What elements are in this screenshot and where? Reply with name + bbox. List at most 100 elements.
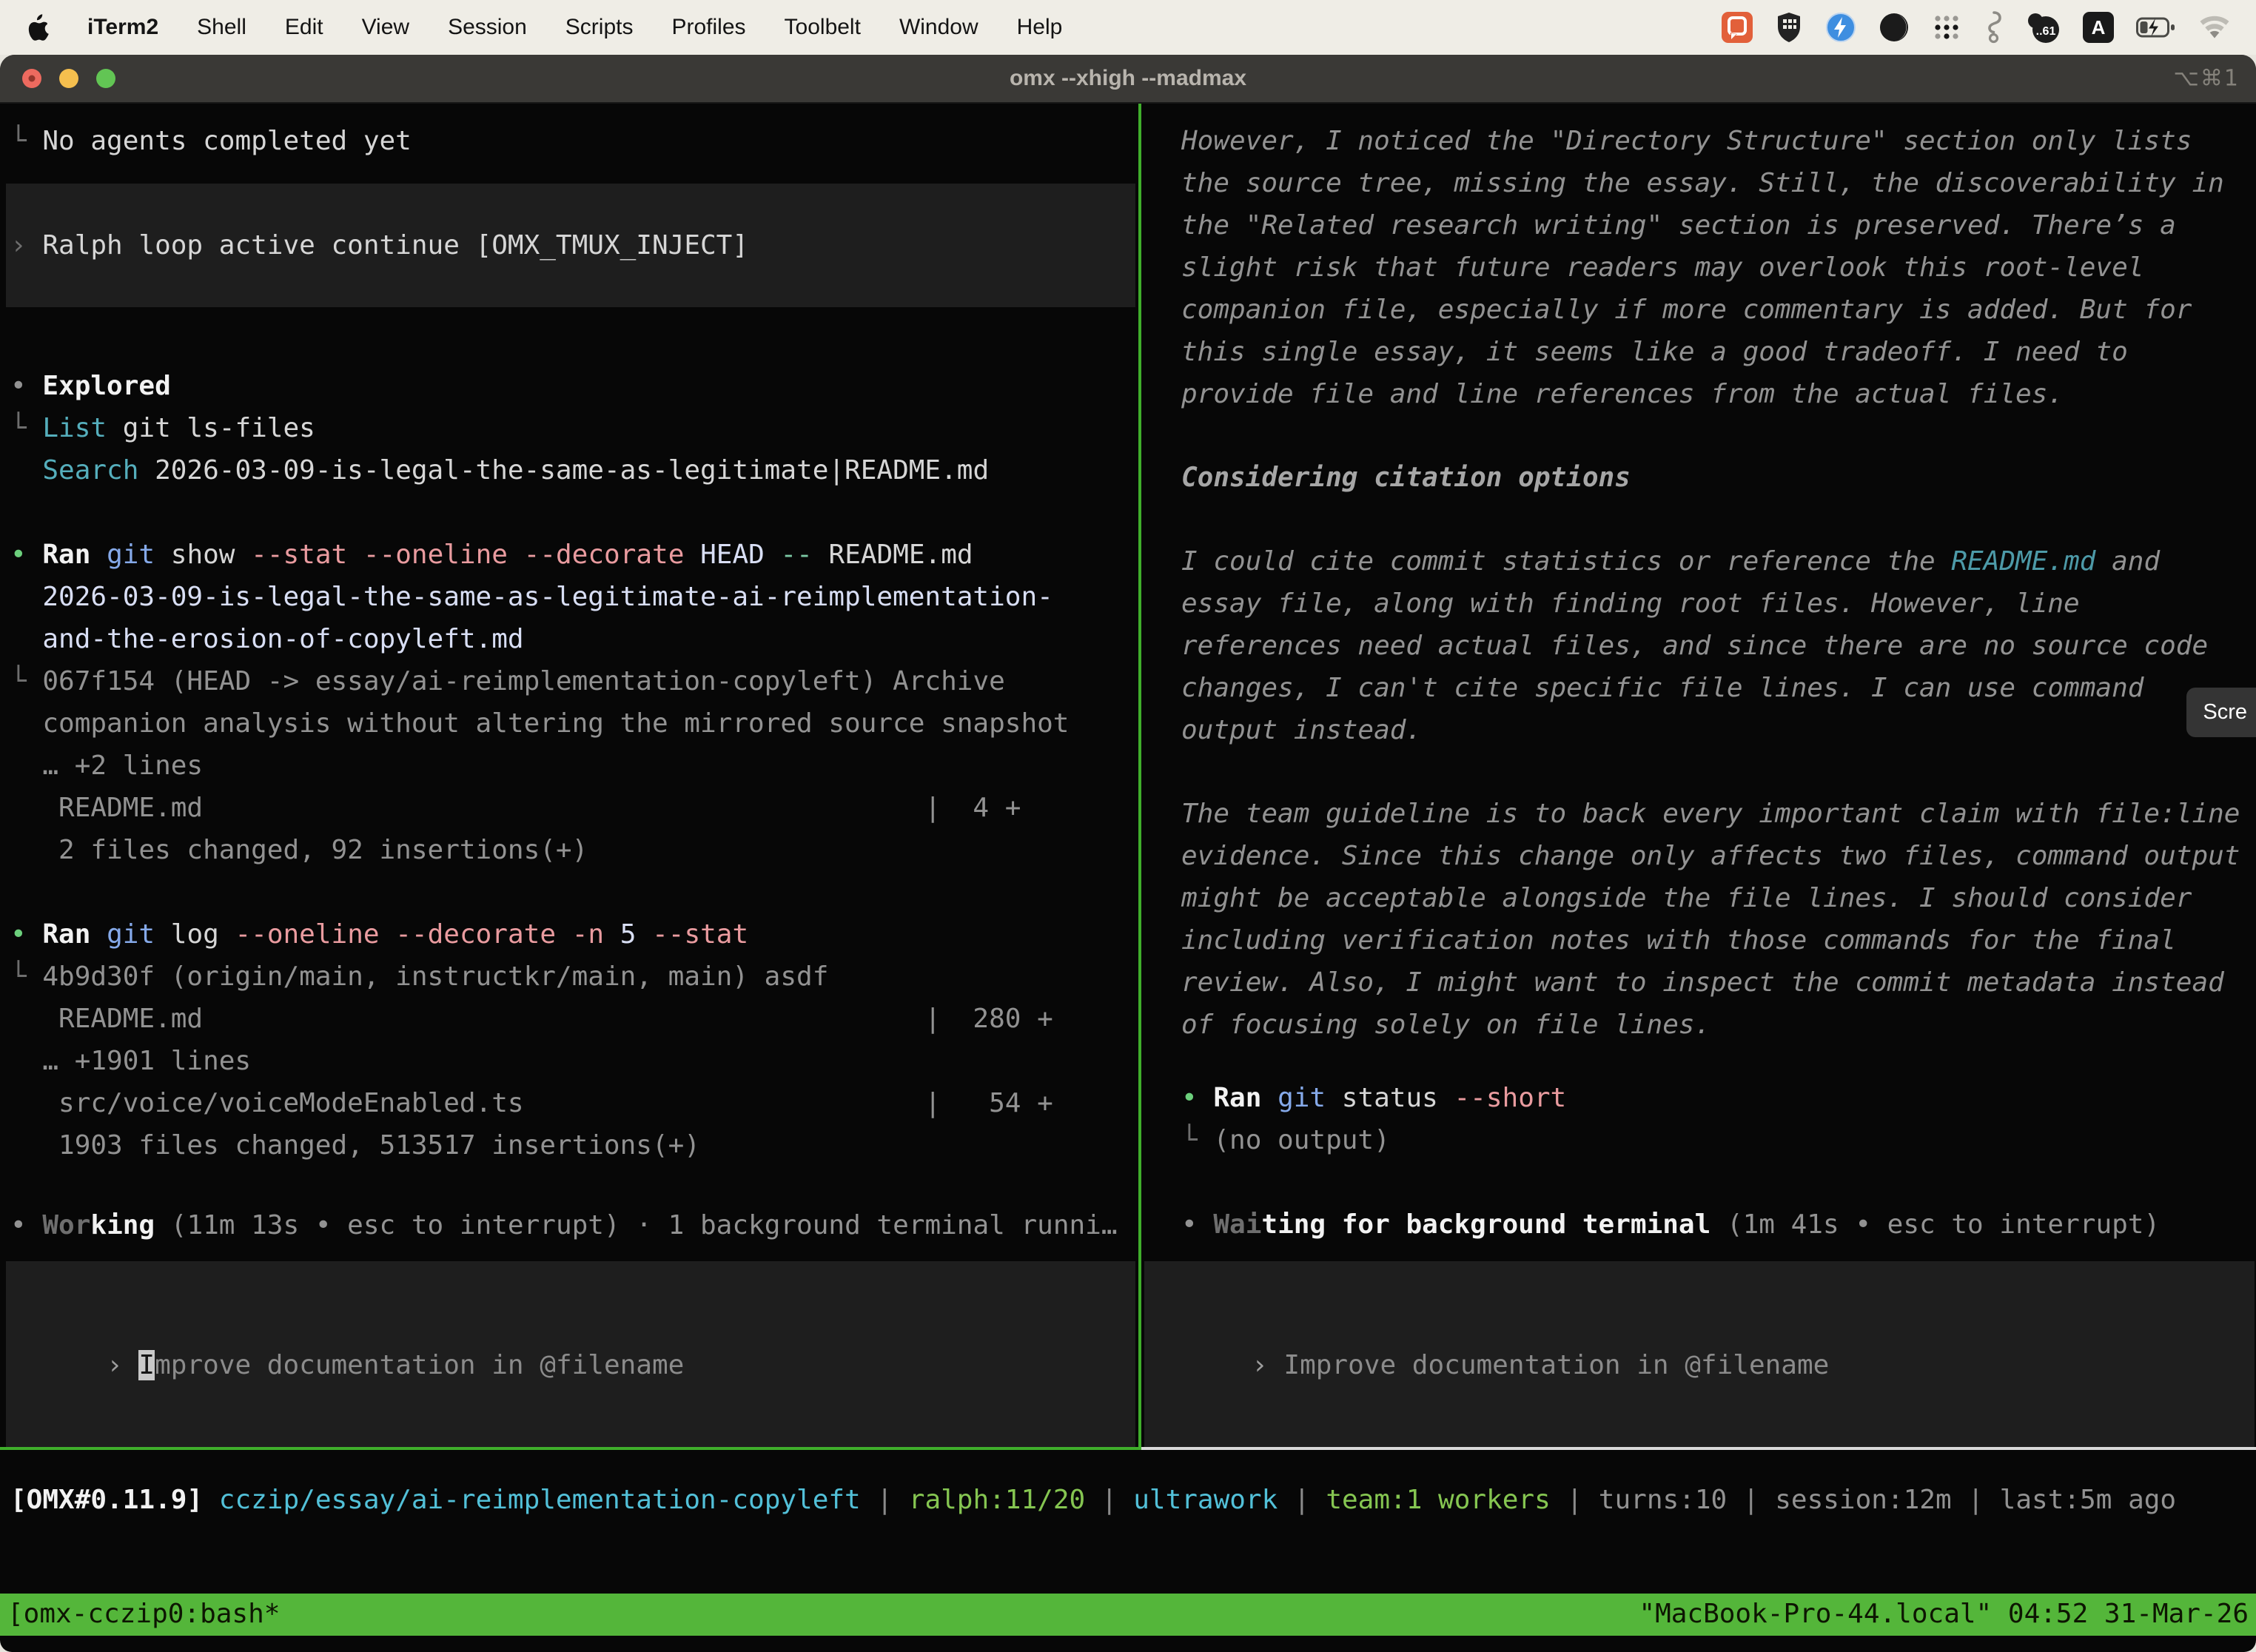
terminal-line: … +2 lines	[10, 745, 1138, 787]
tmux-session-label: [omx-cczip0:bash*	[7, 1594, 280, 1636]
terminal-line: companion file, especially if more comme…	[1181, 289, 2256, 331]
working-status-line: • Working (11m 13s • esc to interrupt) ·…	[10, 1204, 1138, 1246]
terminal-line: └ List git ls-files	[10, 407, 1138, 449]
terminal-line: Considering citation options	[1181, 457, 2256, 499]
menu-item-session[interactable]: Session	[448, 15, 527, 40]
terminal-line: src/voice/voiceModeEnabled.ts | 54 +	[10, 1082, 1138, 1124]
app-menus: iTerm2 Shell Edit View Session Scripts Profile…	[87, 15, 1062, 40]
menu-item-iterm2[interactable]: iTerm2	[87, 15, 158, 40]
menu-item-scripts[interactable]: Scripts	[565, 15, 634, 40]
terminal-line: review. Also, I might want to inspect th…	[1181, 961, 2256, 1004]
terminal-line: this single essay, it seems like a good …	[1181, 331, 2256, 373]
screenshot-app-icon[interactable]	[1722, 12, 1753, 43]
window-shortcut-badge: ⌥⌘1	[2173, 66, 2240, 92]
inactive-pane-border	[1141, 1447, 2256, 1450]
menu-item-shell[interactable]: Shell	[197, 15, 246, 40]
battery-percent-badge-icon[interactable]: ..61	[2025, 11, 2061, 44]
window-title-bar[interactable]: omx --xhigh --madmax ⌥⌘1	[0, 55, 2256, 104]
input-source-icon[interactable]: A	[2083, 12, 2114, 43]
prompt-caret: ›	[1252, 1350, 1283, 1380]
ralph-loop-banner: › Ralph loop active continue [OMX_TMUX_I…	[6, 184, 1135, 307]
left-terminal-pane[interactable]: └ No agents completed yet › Ralph loop a…	[0, 104, 1138, 1447]
terminal-line: slight risk that future readers may over…	[1181, 246, 2256, 289]
terminal-line: and-the-erosion-of-copyleft.md	[10, 618, 1138, 660]
terminal-line: • Ran git log --oneline --decorate -n 5 …	[10, 913, 1138, 956]
terminal-line: provide file and line references from th…	[1181, 373, 2256, 415]
apple-menu-icon[interactable]	[25, 13, 50, 42]
waiting-status-line: • Waiting for background terminal (1m 41…	[1181, 1203, 2256, 1246]
ran-git-log-block: • Ran git log --oneline --decorate -n 5 …	[10, 913, 1138, 1166]
terminal-line: companion analysis without altering the …	[10, 702, 1138, 745]
screen-notification-toast[interactable]: Scre	[2186, 688, 2256, 737]
terminal-line: … +1901 lines	[10, 1040, 1138, 1082]
terminal-line: I could cite commit statistics or refere…	[1181, 540, 2256, 582]
wifi-icon[interactable]	[2198, 16, 2231, 39]
blue-badge-bolt-icon[interactable]	[1825, 12, 1856, 43]
text-cursor: I	[138, 1350, 155, 1380]
terminal-line: references need actual files, and since …	[1181, 625, 2256, 667]
window-title: omx --xhigh --madmax	[1010, 66, 1246, 91]
terminal-line: • Ran git status --short	[1181, 1077, 2256, 1119]
reasoning-heading: Considering citation options	[1181, 457, 2256, 499]
terminal-line: 1903 files changed, 513517 insertions(+)	[10, 1124, 1138, 1166]
menu-item-profiles[interactable]: Profiles	[671, 15, 745, 40]
dark-disc-icon[interactable]	[1879, 12, 1910, 43]
svg-text:..61: ..61	[2036, 25, 2056, 38]
menu-item-help[interactable]: Help	[1017, 15, 1063, 40]
zoom-button[interactable]	[96, 69, 115, 88]
terminal-line: • Working (11m 13s • esc to interrupt) ·…	[10, 1204, 1138, 1246]
terminal-line: might be acceptable alongside the file l…	[1181, 877, 2256, 919]
terminal-line: › Ralph loop active continue [OMX_TMUX_I…	[10, 224, 1128, 266]
prompt-caret: ›	[107, 1350, 138, 1380]
ran-git-status-block: • Ran git status --short└ (no output)	[1181, 1077, 2256, 1161]
menu-bar-status-icons: ..61 A	[1722, 10, 2231, 44]
terminal-line: └ (no output)	[1181, 1119, 2256, 1161]
terminal-line: essay file, along with finding root file…	[1181, 582, 2256, 625]
reasoning-paragraph-1: However, I noticed the "Directory Struct…	[1181, 120, 2256, 415]
dots-grid-icon[interactable]	[1932, 13, 1961, 42]
traffic-lights	[22, 69, 115, 88]
terminal-line: • Ran git show --stat --oneline --decora…	[10, 534, 1138, 576]
prompt-input-right[interactable]: › Improve documentation in @filename	[1144, 1261, 2255, 1447]
minimize-button[interactable]	[59, 69, 78, 88]
hook-icon[interactable]	[1984, 10, 2003, 44]
terminal-line: including verification notes with those …	[1181, 919, 2256, 961]
macos-menu-bar: iTerm2 Shell Edit View Session Scripts Profile…	[0, 0, 2256, 55]
terminal-line: The team guideline is to back every impo…	[1181, 793, 2256, 835]
right-terminal-pane[interactable]: However, I noticed the "Directory Struct…	[1141, 104, 2256, 1447]
terminal-line: evidence. Since this change only affects…	[1181, 835, 2256, 877]
menu-item-toolbelt[interactable]: Toolbelt	[785, 15, 861, 40]
omx-status-bar: [OMX#0.11.9] cczip/essay/ai-reimplementa…	[0, 1479, 2256, 1521]
tmux-status-bar[interactable]: [omx-cczip0:bash* "MacBook-Pro-44.local"…	[0, 1594, 2256, 1636]
terminal-line: 2026-03-09-is-legal-the-same-as-legitima…	[10, 576, 1138, 618]
battery-charging-icon[interactable]	[2136, 17, 2176, 38]
input-placeholder-text: mprove documentation in @filename	[155, 1350, 684, 1380]
close-button[interactable]	[22, 69, 41, 88]
terminal-line: README.md | 280 +	[10, 998, 1138, 1040]
terminal-line: changes, I can't cite specific file line…	[1181, 667, 2256, 709]
menu-item-view[interactable]: View	[362, 15, 409, 40]
terminal-line: • Waiting for background terminal (1m 41…	[1181, 1203, 2256, 1246]
active-pane-border	[0, 1447, 1141, 1450]
menu-item-edit[interactable]: Edit	[285, 15, 323, 40]
shield-grid-icon[interactable]	[1775, 12, 1803, 43]
terminal-line: └ 067f154 (HEAD -> essay/ai-reimplementa…	[10, 660, 1138, 702]
terminal-line: output instead.	[1181, 709, 2256, 751]
explored-block: • Explored└ List git ls-files Search 202…	[10, 365, 1138, 491]
prompt-input-left[interactable]: › Improve documentation in @filename	[6, 1261, 1135, 1447]
iterm2-window: omx --xhigh --madmax ⌥⌘1 └ No agents com…	[0, 55, 2256, 1652]
ran-git-show-block: • Ran git show --stat --oneline --decora…	[10, 534, 1138, 871]
terminal-line: of focusing solely on file lines.	[1181, 1004, 2256, 1046]
reasoning-paragraph-3: The team guideline is to back every impo…	[1181, 793, 2256, 1046]
terminal-line: the source tree, missing the essay. Stil…	[1181, 162, 2256, 204]
terminal-line: • Explored	[10, 365, 1138, 407]
terminal-line: └ No agents completed yet	[10, 120, 1138, 162]
terminal-line: 2 files changed, 92 insertions(+)	[10, 829, 1138, 871]
input-placeholder-text: Improve documentation in @filename	[1283, 1350, 1829, 1380]
menu-item-window[interactable]: Window	[899, 15, 978, 40]
agents-completed-status: └ No agents completed yet	[10, 120, 1138, 162]
tmux-host-clock: "MacBook-Pro-44.local" 04:52 31-Mar-26	[1639, 1594, 2249, 1636]
reasoning-paragraph-2: I could cite commit statistics or refere…	[1181, 540, 2256, 751]
terminal-line: └ 4b9d30f (origin/main, instructkr/main,…	[10, 956, 1138, 998]
terminal-line: [OMX#0.11.9] cczip/essay/ai-reimplementa…	[10, 1479, 2256, 1521]
